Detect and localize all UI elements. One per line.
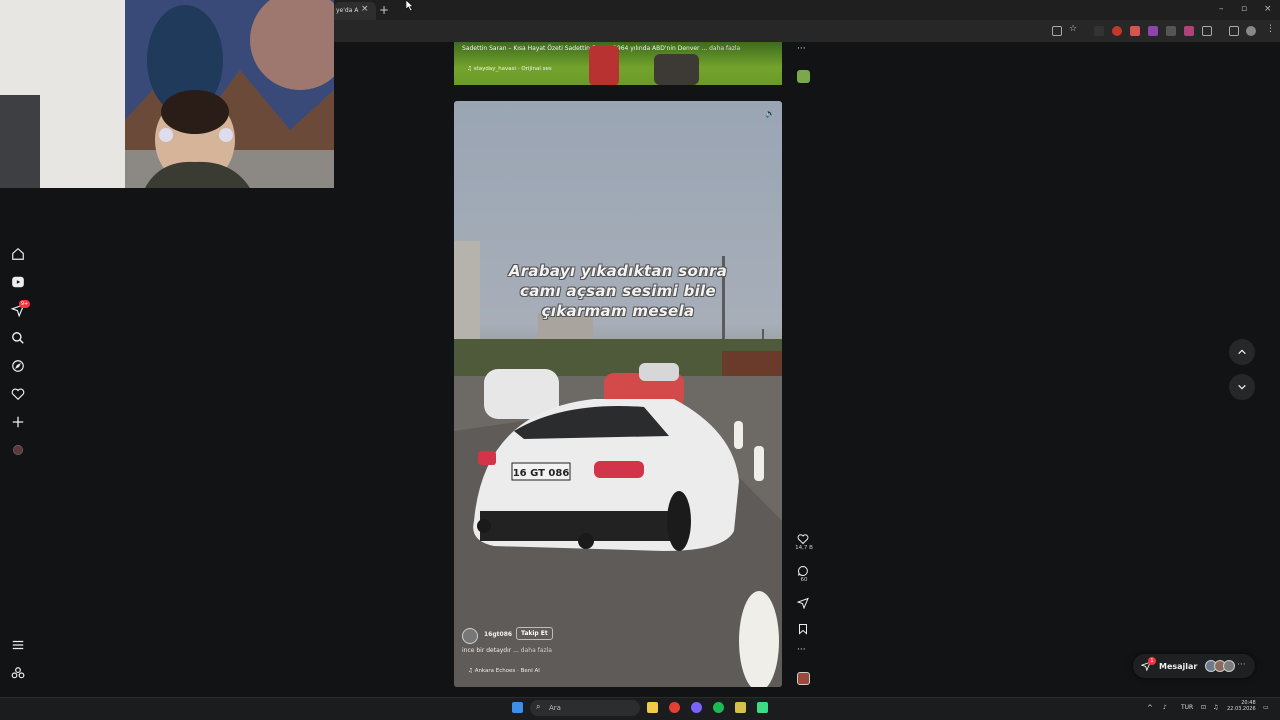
clock[interactable]: 20:48 22.03.2026 (1227, 700, 1256, 712)
app-icon[interactable] (757, 702, 768, 713)
chevron-up-icon (1238, 349, 1246, 355)
sidebar-toggle-icon[interactable] (1229, 26, 1239, 36)
reel-video-image: 16 GT 086 (454, 241, 782, 687)
app-icon[interactable] (691, 702, 702, 713)
mouse-cursor-icon (406, 0, 414, 11)
chevron-down-icon (1238, 384, 1246, 390)
clock-date: 22.03.2026 (1227, 706, 1256, 712)
taskbar (0, 697, 1280, 720)
audio-thumbnail[interactable] (797, 70, 810, 83)
search-icon: ⌕ (536, 702, 541, 711)
save-icon[interactable] (797, 620, 811, 635)
more-options-icon[interactable]: ··· (797, 44, 811, 58)
more-link[interactable]: daha fazla (521, 647, 552, 654)
like-icon[interactable] (797, 530, 811, 545)
previous-reel[interactable]: Sadettin Saran – Kısa Hayat Özeti Sadett… (454, 42, 782, 85)
follow-button[interactable]: Takip Et (516, 627, 553, 640)
notification-badge: 9+ (19, 300, 30, 308)
extension-icon[interactable] (1130, 26, 1140, 36)
new-tab-button[interactable]: + (379, 3, 389, 17)
browser-tab[interactable]: ye'da A (334, 2, 376, 20)
messages-label: Mesajlar (1159, 662, 1198, 671)
tray-chevron-icon[interactable]: ^ (1147, 704, 1153, 712)
tab-title: ye'da A (336, 7, 359, 14)
reel-overlay-text: Arabayı yıkadıktan sonra camı açsan sesi… (508, 262, 728, 320)
profile-avatar[interactable] (1246, 26, 1256, 36)
extensions-puzzle-icon[interactable] (1202, 26, 1212, 36)
reel-figure (654, 54, 699, 85)
webcam-overlay (0, 0, 334, 188)
spotify-icon[interactable] (713, 702, 724, 713)
heart-icon[interactable] (11, 386, 25, 401)
comment-count: 60 (800, 577, 808, 583)
avatar (1223, 660, 1235, 672)
extension-icon[interactable] (1166, 26, 1176, 36)
next-reel-button[interactable] (1229, 374, 1255, 400)
audio-thumbnail[interactable] (797, 672, 810, 685)
volume-icon[interactable]: ♫ (1213, 704, 1218, 711)
file-explorer-icon[interactable] (647, 702, 658, 713)
svg-text:16 GT 086: 16 GT 086 (513, 468, 570, 479)
reel-figure (589, 46, 619, 85)
previous-reel-button[interactable] (1229, 339, 1255, 365)
previous-reel-music[interactable]: ♫ stayday_havasi · Orijinal ses (467, 66, 552, 72)
extension-icon[interactable] (1184, 26, 1194, 36)
messages-button[interactable]: 1 Mesajlar ··· (1133, 654, 1255, 678)
extension-icon[interactable] (1148, 26, 1158, 36)
microphone-icon[interactable]: ♪ (1163, 704, 1167, 711)
threads-icon[interactable] (11, 665, 25, 679)
maximize-button[interactable]: ▫ (1241, 4, 1247, 14)
tab-close-icon[interactable]: × (361, 4, 369, 14)
webcam-image (0, 0, 334, 188)
app-icon[interactable] (735, 702, 746, 713)
home-icon[interactable] (11, 246, 25, 260)
explore-icon[interactable] (11, 358, 25, 372)
extension-icon[interactable] (1112, 26, 1122, 36)
taskbar-search[interactable]: Ara (530, 700, 640, 716)
search-icon[interactable] (11, 330, 25, 344)
reel-description: ince bir detaydır ... daha fazla (462, 647, 552, 654)
plus-icon[interactable] (11, 414, 25, 428)
more-dots-icon: ··· (1237, 660, 1246, 670)
profile-avatar[interactable] (11, 442, 25, 456)
network-icon[interactable]: ⊡ (1201, 704, 1206, 711)
share-icon[interactable] (796, 594, 811, 610)
close-window-button[interactable]: × (1264, 4, 1272, 14)
reel-video[interactable]: 16 GT 086 🔈 Arabayı yıkadıktan sonra cam… (454, 101, 782, 687)
language-indicator[interactable]: TUR (1181, 704, 1193, 711)
notification-bell-icon[interactable]: ▭ (1263, 704, 1269, 711)
windows-start-icon[interactable] (512, 702, 523, 713)
like-count: 14,7 B (795, 545, 813, 551)
speaker-mute-icon[interactable]: 🔈 (765, 109, 775, 118)
reel-author-avatar[interactable] (462, 628, 478, 644)
more-options-icon[interactable]: ··· (797, 645, 811, 659)
comment-icon[interactable] (797, 562, 811, 576)
messages-badge: 1 (1148, 657, 1156, 665)
cast-icon[interactable] (1052, 26, 1062, 36)
reel-music[interactable]: ♫ Ankara Echoes · Beni Al (468, 668, 540, 674)
reels-icon[interactable] (11, 274, 25, 288)
menu-icon[interactable] (11, 637, 25, 651)
chrome-icon[interactable] (669, 702, 680, 713)
reel-author-username[interactable]: 16gt086 (484, 631, 512, 638)
more-link[interactable]: daha fazla (709, 45, 740, 52)
extension-icon[interactable] (1094, 26, 1104, 36)
minimize-button[interactable]: – (1219, 4, 1224, 14)
bookmark-star-icon[interactable]: ☆ (1069, 24, 1079, 34)
browser-menu-icon[interactable]: ⋮ (1266, 24, 1276, 34)
